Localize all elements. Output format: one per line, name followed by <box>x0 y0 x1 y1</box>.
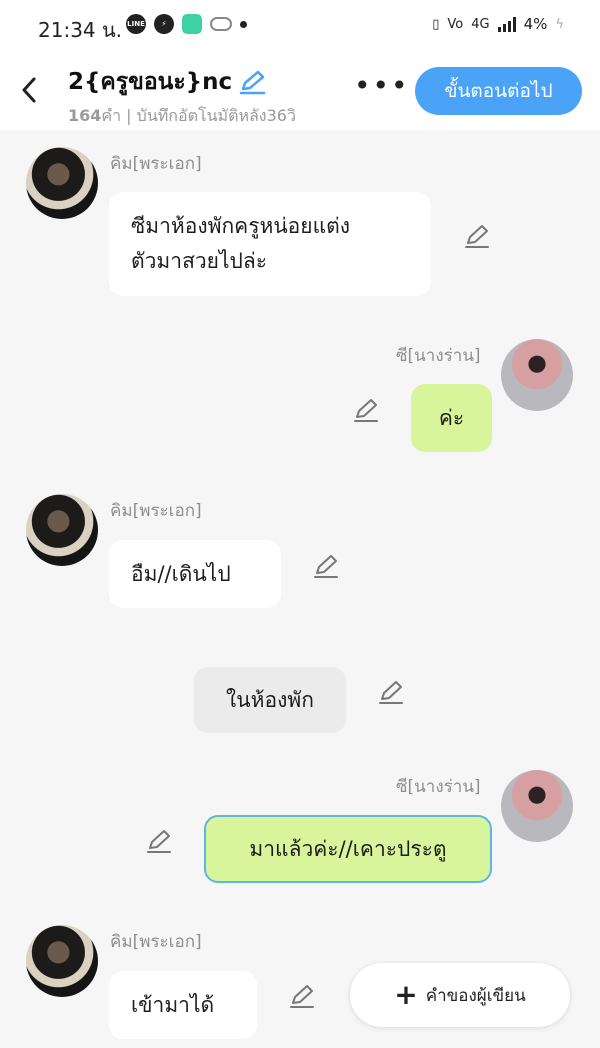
chevron-left-icon <box>22 77 36 103</box>
speaker-name: คิม[พระเอก] <box>110 932 202 952</box>
status-bar: 21:34 น. LINE ⚡ ▯ Vo 4G 4% ϟ <box>0 0 600 52</box>
message-bubble[interactable]: ค่ะ <box>411 384 492 452</box>
edit-message-icon[interactable] <box>312 552 340 580</box>
message-text: ค่ะ <box>438 405 465 430</box>
avatar[interactable] <box>501 339 573 411</box>
edit-message-icon[interactable] <box>352 396 380 424</box>
edit-title-icon[interactable] <box>238 69 266 95</box>
status-indicators: ▯ Vo 4G 4% ϟ <box>432 15 564 33</box>
avatar[interactable] <box>26 147 98 219</box>
charging-icon: ϟ <box>555 16 564 32</box>
message-text: ซีมาห้องพักครูหน่อยแต่ง <box>131 214 351 238</box>
editor-header: 2{ครูขอนะ}nc 164คำ | บันทึกอัตโนมัติหลัง… <box>0 52 600 130</box>
speaker-name: ซี[นางร่าน] <box>396 346 481 366</box>
status-app-icons: LINE ⚡ <box>126 14 247 34</box>
calculator-icon <box>182 14 202 34</box>
network-type: 4G <box>471 16 490 32</box>
autosave-status: บันทึกอัตโนมัติหลัง36วิ <box>136 106 296 125</box>
edit-message-icon[interactable] <box>377 678 405 706</box>
title-area: 2{ครูขอนะ}nc 164คำ | บันทึกอัตโนมัติหลัง… <box>68 64 296 129</box>
battery-level: 4% <box>523 15 548 33</box>
status-time: 21:34 น. <box>38 18 123 42</box>
story-title[interactable]: 2{ครูขอนะ}nc <box>68 64 296 100</box>
signal-icon <box>497 16 516 32</box>
edit-message-icon[interactable] <box>145 827 173 855</box>
narration-text: ในห้องพัก <box>226 687 314 712</box>
avatar[interactable] <box>501 770 573 842</box>
notification-dot-icon <box>240 20 247 28</box>
story-title-text: 2{ครูขอนะ}nc <box>68 69 233 95</box>
message-bubble[interactable]: อืม//เดินไป <box>109 540 281 608</box>
speaker-name: คิม[พระเอก] <box>110 501 202 521</box>
message-text: อืม//เดินไป <box>131 561 231 586</box>
edit-message-icon[interactable] <box>463 222 491 250</box>
author-note-label: คำของผู้เขียน <box>425 985 526 1006</box>
message-bubble[interactable]: ซีมาห้องพักครูหน่อยแต่ง ตัวมาสวยไปล่ะ <box>109 192 431 296</box>
more-options-button[interactable]: ••• <box>354 72 410 100</box>
narration-bubble[interactable]: ในห้องพัก <box>194 667 346 733</box>
story-meta: 164คำ | บันทึกอัตโนมัติหลัง36วิ <box>68 106 296 125</box>
edit-message-icon[interactable] <box>288 982 316 1010</box>
word-count: 164 <box>68 106 102 125</box>
volte-icon: Vo <box>447 16 464 32</box>
message-text: เข้ามาได้ <box>131 992 215 1017</box>
message-text: ตัวมาสวยไปล่ะ <box>131 249 268 273</box>
next-step-button[interactable]: ขั้นตอนต่อไป <box>415 67 582 115</box>
line-icon: LINE <box>126 14 146 34</box>
speaker-name: ซี[นางร่าน] <box>396 777 481 797</box>
message-bubble[interactable]: เข้ามาได้ <box>109 971 257 1039</box>
avatar[interactable] <box>26 494 98 566</box>
message-text: มาแล้วค่ะ//เคาะประตู <box>249 836 447 861</box>
message-bubble[interactable]: มาแล้วค่ะ//เคาะประตู <box>204 815 492 883</box>
chat-area[interactable]: คิม[พระเอก] ซีมาห้องพักครูหน่อยแต่ง ตัวม… <box>0 130 600 1048</box>
avatar[interactable] <box>26 925 98 997</box>
plus-icon: + <box>394 978 418 1011</box>
messenger-icon: ⚡ <box>154 14 174 34</box>
author-note-button[interactable]: + คำของผู้เขียน <box>350 963 570 1027</box>
word-unit: คำ <box>101 106 122 125</box>
vibrate-icon: ▯ <box>432 16 440 32</box>
game-controller-icon <box>210 17 232 31</box>
back-button[interactable] <box>14 72 44 108</box>
speaker-name: คิม[พระเอก] <box>110 154 202 174</box>
